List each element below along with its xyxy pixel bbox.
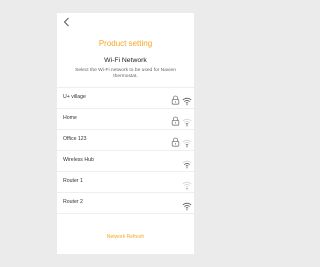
- network-name: Wireless Hub: [63, 157, 94, 163]
- network-name: Router 2: [63, 199, 83, 205]
- network-list: U+ village Home Office 123 Wireless Hub Rout…: [57, 87, 194, 214]
- wifi-signal-icon: [182, 114, 192, 127]
- wifi-signal-icon: [182, 198, 192, 211]
- wifi-signal-icon: [182, 177, 192, 190]
- back-arrow-icon[interactable]: [62, 17, 72, 27]
- page-title: Product setting: [98, 39, 153, 48]
- network-row[interactable]: Office 123: [57, 130, 194, 151]
- wifi-description: Select the Wi-Fi network to be used for …: [75, 68, 176, 80]
- network-name: Office 123: [63, 136, 87, 142]
- lock-icon: [171, 113, 180, 126]
- wifi-signal-icon: [182, 135, 192, 148]
- network-name: Router 1: [63, 178, 83, 184]
- settings-panel: Product setting Wi-Fi Network Select the…: [57, 13, 194, 254]
- network-name: Home: [63, 115, 77, 121]
- wifi-signal-icon: [182, 156, 192, 169]
- network-row[interactable]: Wireless Hub: [57, 151, 194, 172]
- wifi-signal-icon: [182, 93, 192, 106]
- network-row[interactable]: Router 2: [57, 193, 194, 214]
- lock-icon: [171, 92, 180, 105]
- network-row[interactable]: U+ village: [57, 87, 194, 109]
- lock-icon: [171, 134, 180, 147]
- wifi-network-heading: Wi-Fi Network: [104, 57, 147, 64]
- network-name: U+ village: [63, 94, 86, 100]
- network-row[interactable]: Home: [57, 109, 194, 130]
- network-row[interactable]: Router 1: [57, 172, 194, 193]
- network-refresh-button[interactable]: Network Refresh: [57, 234, 194, 240]
